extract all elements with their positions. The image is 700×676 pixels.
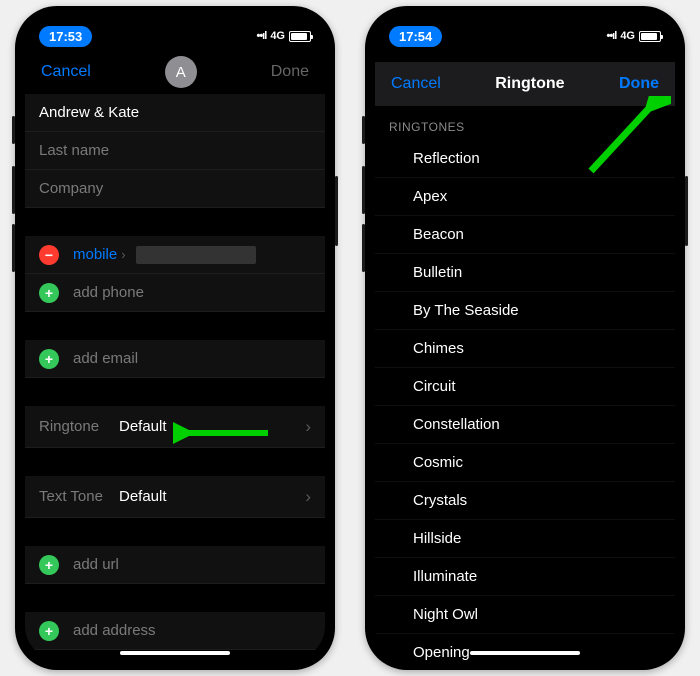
battery-icon	[289, 31, 311, 42]
home-indicator[interactable]	[470, 651, 580, 655]
phone-type[interactable]: mobile	[73, 246, 117, 263]
ringtone-label: Ringtone	[39, 418, 119, 435]
done-button[interactable]: Done	[619, 75, 659, 93]
ringtone-item[interactable]: Reflection	[375, 140, 675, 178]
section-header: RINGTONES	[375, 106, 675, 140]
edit-contact-navbar: Cancel A Done	[25, 50, 325, 94]
phone-right: 17:54 ••ıl 4G Cancel Ringtone Done RINGT…	[365, 6, 685, 670]
home-indicator[interactable]	[120, 651, 230, 655]
last-name-field[interactable]: Last name	[25, 132, 325, 170]
ringtone-item[interactable]: Bulletin	[375, 254, 675, 292]
avatar[interactable]: A	[165, 56, 197, 88]
texttone-row[interactable]: Text Tone Default ›	[25, 476, 325, 518]
ringtone-item[interactable]: Beacon	[375, 216, 675, 254]
add-phone-row[interactable]: + add phone	[25, 274, 325, 312]
signal-icon: ••ıl	[606, 30, 616, 42]
ringtone-item[interactable]: Night Owl	[375, 596, 675, 634]
chevron-right-icon: ›	[305, 417, 311, 437]
add-url-row[interactable]: + add url	[25, 546, 325, 584]
cancel-button[interactable]: Cancel	[391, 75, 441, 93]
add-icon: +	[39, 555, 59, 575]
add-icon: +	[39, 349, 59, 369]
chevron-right-icon: ›	[121, 247, 125, 262]
ringtone-item[interactable]: Illuminate	[375, 558, 675, 596]
ringtone-row[interactable]: Ringtone Default ›	[25, 406, 325, 448]
notch	[100, 16, 250, 40]
texttone-label: Text Tone	[39, 488, 119, 505]
page-title: Ringtone	[495, 75, 564, 93]
remove-icon[interactable]: −	[39, 245, 59, 265]
ringtone-list[interactable]: RINGTONES ReflectionApexBeaconBulletinBy…	[375, 106, 675, 660]
ringtone-item[interactable]: Constellation	[375, 406, 675, 444]
chevron-right-icon: ›	[305, 487, 311, 507]
ringtone-item[interactable]: Apex	[375, 178, 675, 216]
ringtone-item[interactable]: Opening	[375, 634, 675, 660]
ringtone-item[interactable]: Cosmic	[375, 444, 675, 482]
cancel-button[interactable]: Cancel	[41, 63, 91, 81]
company-field[interactable]: Company	[25, 170, 325, 208]
ringtone-item[interactable]: Circuit	[375, 368, 675, 406]
status-time: 17:54	[389, 26, 442, 47]
edit-contact-form: Andrew & Kate Last name Company − mobile…	[25, 94, 325, 660]
notch	[450, 16, 600, 40]
battery-icon	[639, 31, 661, 42]
ringtone-value: Default	[119, 418, 167, 435]
phone-row[interactable]: − mobile ›	[25, 236, 325, 274]
ringtone-navbar: Cancel Ringtone Done	[375, 62, 675, 106]
first-name-field[interactable]: Andrew & Kate	[25, 94, 325, 132]
done-button[interactable]: Done	[271, 63, 309, 81]
texttone-value: Default	[119, 488, 167, 505]
add-email-row[interactable]: + add email	[25, 340, 325, 378]
network-label: 4G	[620, 30, 635, 42]
add-icon: +	[39, 621, 59, 641]
ringtone-item[interactable]: By The Seaside	[375, 292, 675, 330]
ringtone-item[interactable]: Hillside	[375, 520, 675, 558]
phone-left: 17:53 ••ıl 4G Cancel A Done Andrew & Kat…	[15, 6, 335, 670]
signal-icon: ••ıl	[256, 30, 266, 42]
ringtone-item[interactable]: Crystals	[375, 482, 675, 520]
ringtone-item[interactable]: Chimes	[375, 330, 675, 368]
add-address-row[interactable]: + add address	[25, 612, 325, 650]
network-label: 4G	[270, 30, 285, 42]
status-time: 17:53	[39, 26, 92, 47]
add-icon: +	[39, 283, 59, 303]
phone-number-redacted[interactable]	[136, 246, 256, 264]
